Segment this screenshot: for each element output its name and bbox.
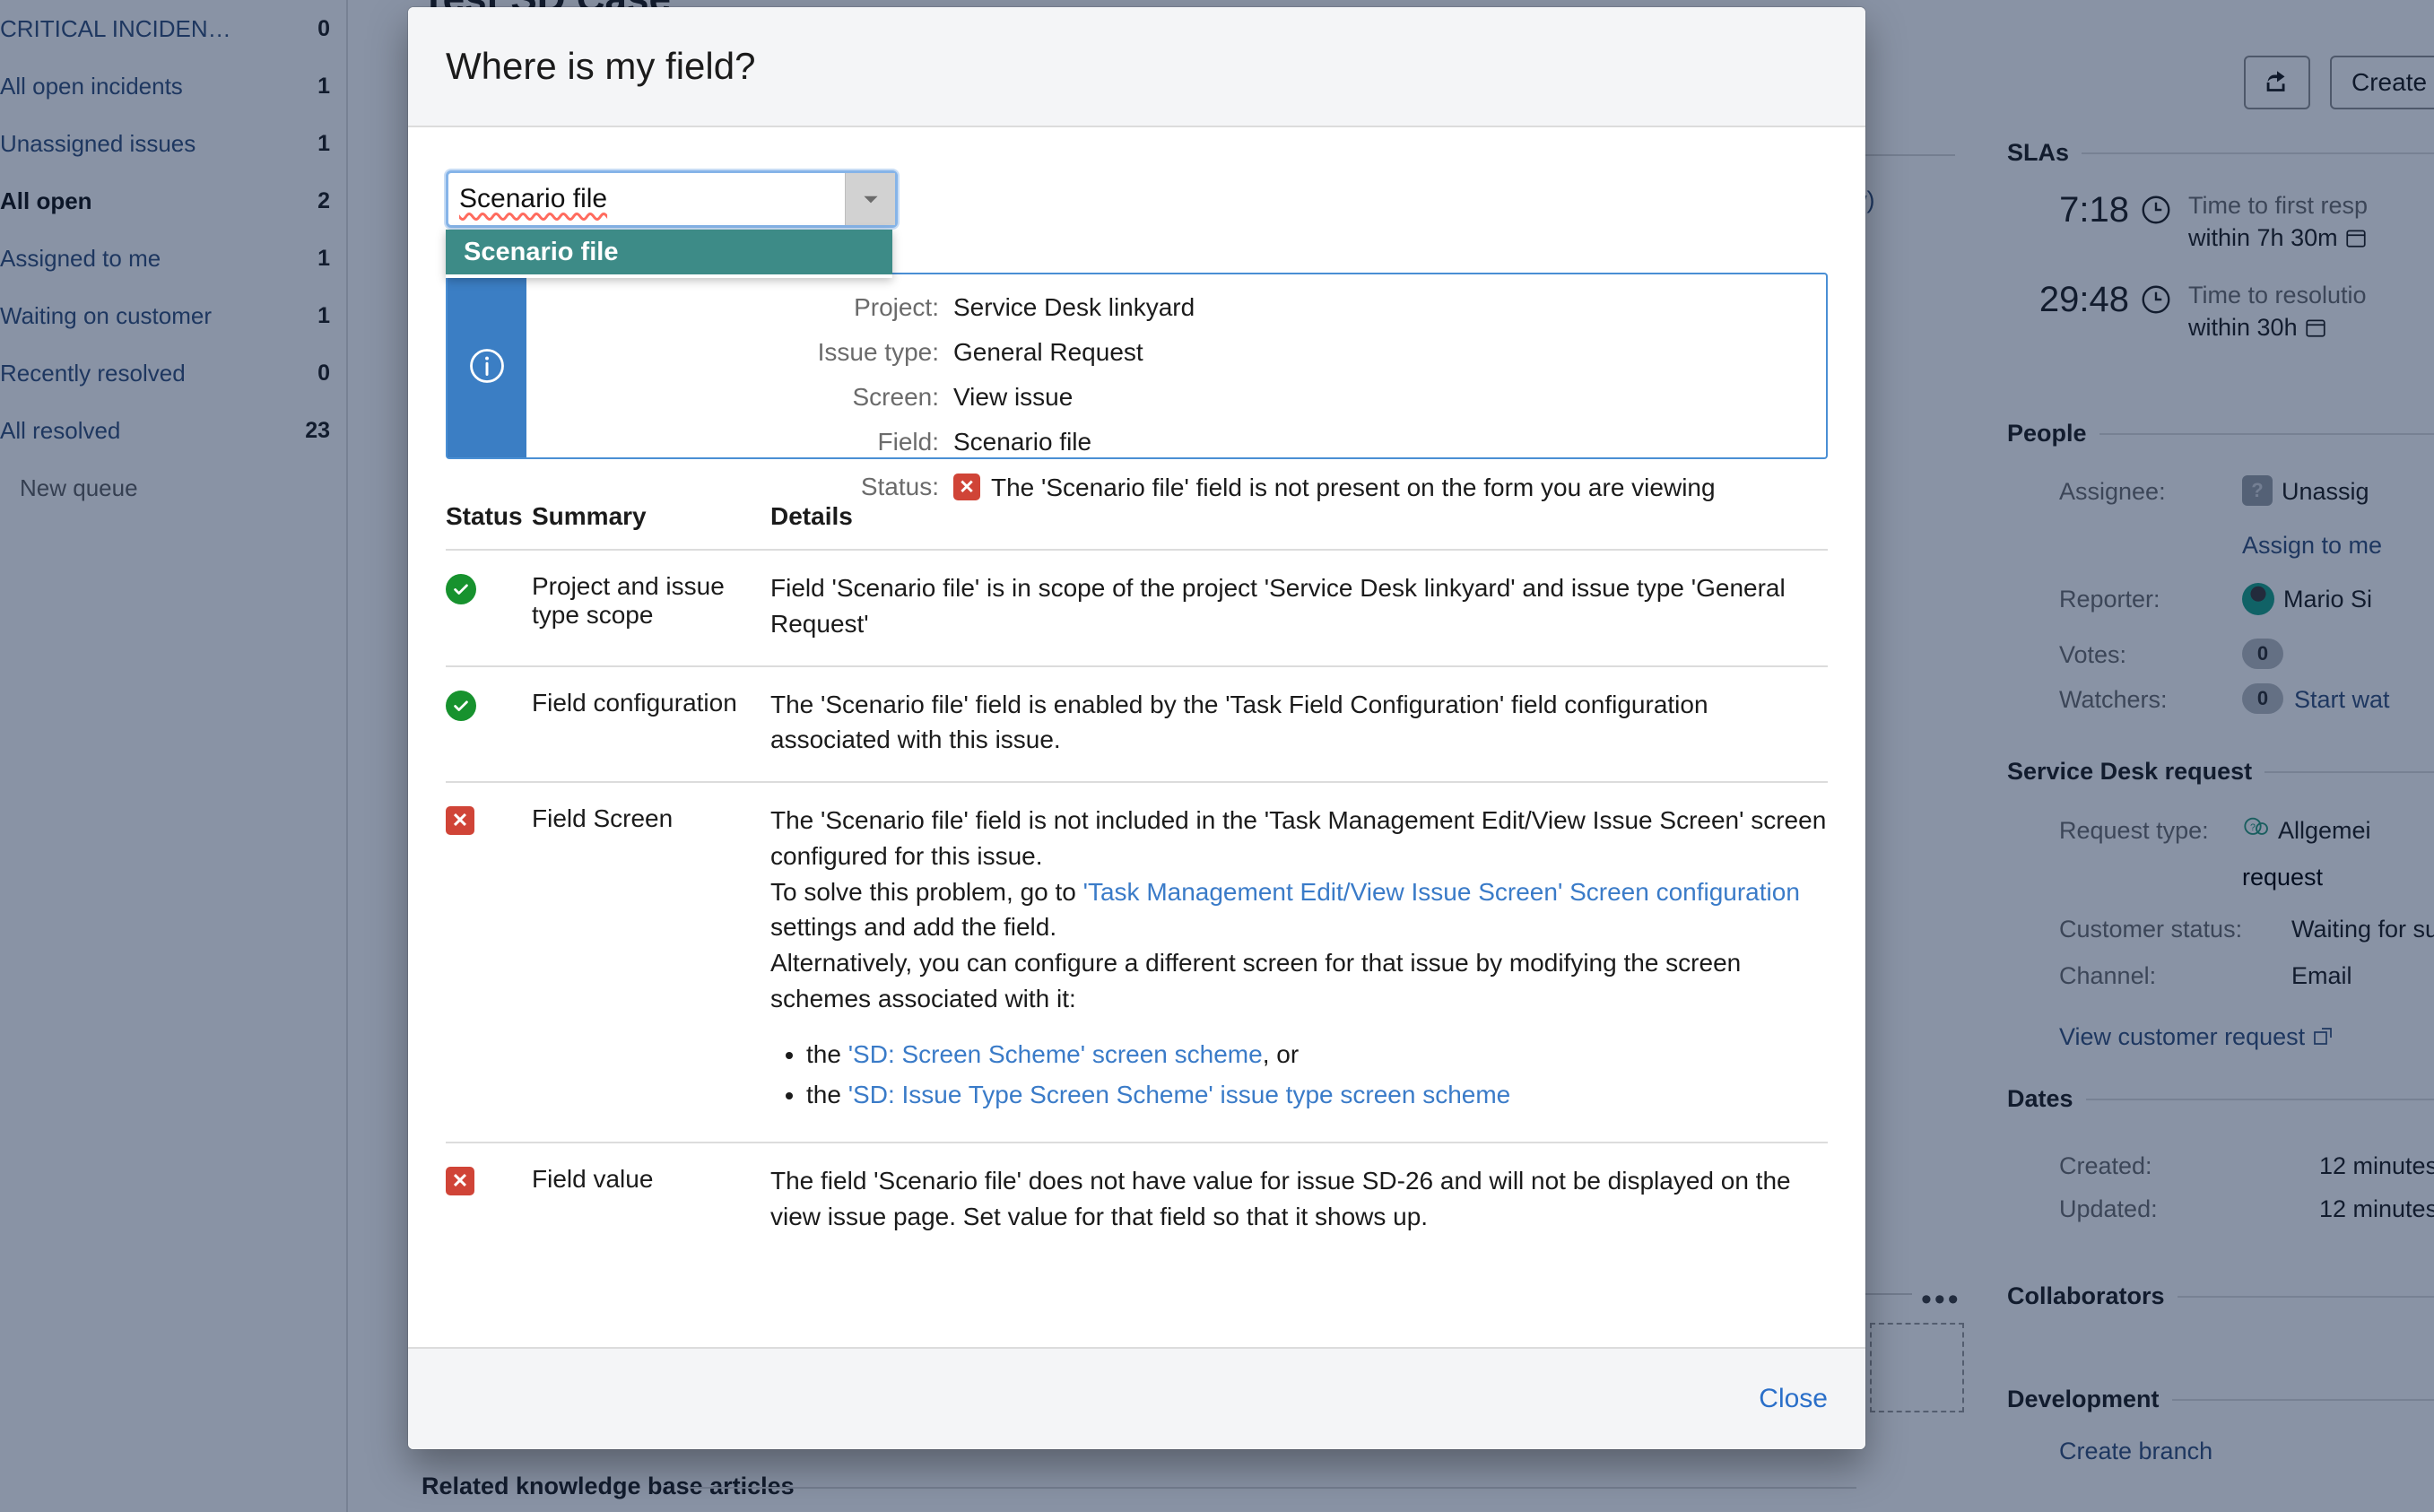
info-key: Field: <box>877 428 939 456</box>
info-icon <box>470 349 504 383</box>
check-glyph <box>454 700 468 711</box>
info-row-field: Field: Scenario file <box>526 429 1826 455</box>
table-row: ✕ Field Screen The 'Scenario file' field… <box>446 781 1828 1142</box>
row-details: The field 'Scenario file' does not have … <box>770 1167 1791 1230</box>
row-details: Field 'Scenario file' is in scope of the… <box>770 574 1786 638</box>
info-value: ✕ The 'Scenario file' field is not prese… <box>953 473 1716 501</box>
table-header-row: Status Summary Details <box>446 502 1828 549</box>
dialog-footer: Close <box>408 1347 1865 1449</box>
field-checks-table: Status Summary Details Project and issue… <box>446 502 1828 1258</box>
list-item: the 'SD: Issue Type Screen Scheme' issue… <box>806 1077 1828 1113</box>
row-status <box>446 570 532 642</box>
chevron-down-icon[interactable] <box>845 173 895 225</box>
screen-scheme-list: the 'SD: Screen Scheme' screen scheme, o… <box>770 1037 1828 1114</box>
error-icon: ✕ <box>953 474 980 501</box>
list-item: the 'SD: Screen Scheme' screen scheme, o… <box>806 1037 1828 1073</box>
info-value: View issue <box>953 383 1074 412</box>
check-circle-icon <box>446 690 476 721</box>
bullet-post: , or <box>1262 1039 1300 1068</box>
info-row-issue-type: Issue type: General Request <box>526 339 1826 365</box>
error-icon: ✕ <box>446 1167 474 1195</box>
table-row: Field configuration The 'Scenario file' … <box>446 665 1828 782</box>
row-summary: Project and issue type scope <box>532 572 725 629</box>
info-key: Issue type: <box>817 338 939 367</box>
column-header-details: Details <box>770 502 853 530</box>
table-row: ✕ Field value The field 'Scenario file' … <box>446 1142 1828 1258</box>
dialog-header: Where is my field? <box>408 7 1865 127</box>
info-status-text: The 'Scenario file' field is not present… <box>991 473 1716 501</box>
info-key: Project: <box>854 293 939 321</box>
screen-configuration-link[interactable]: 'Task Management Edit/View Issue Screen'… <box>1083 878 1800 906</box>
info-row-project: Project: Service Desk linkyard <box>526 294 1826 320</box>
error-icon: ✕ <box>446 806 474 835</box>
field-screen-line1: The 'Scenario file' field is not include… <box>770 806 1827 870</box>
issue-type-screen-scheme-link[interactable]: 'SD: Issue Type Screen Scheme' issue typ… <box>848 1081 1511 1108</box>
row-status <box>446 687 532 759</box>
check-glyph <box>454 584 468 595</box>
chevron-down-glyph <box>863 196 878 204</box>
field-select[interactable]: Scenario file <box>446 170 898 228</box>
info-key: Screen: <box>852 383 940 412</box>
close-button[interactable]: Close <box>1759 1384 1828 1414</box>
row-summary: Field configuration <box>532 688 737 717</box>
row-status: ✕ <box>446 1163 532 1235</box>
field-select-option[interactable]: Scenario file <box>446 230 892 274</box>
bullet-pre: the <box>806 1081 848 1109</box>
field-select-wrapper: Scenario file Scenario file <box>446 170 898 278</box>
row-summary: Field Screen <box>532 804 674 832</box>
field-select-dropdown[interactable]: Scenario file <box>446 230 892 278</box>
field-info-box: Project: Service Desk linkyard Issue typ… <box>446 273 1828 501</box>
bullet-pre: the <box>806 1039 848 1068</box>
info-row-screen: Screen: View issue <box>526 384 1826 410</box>
screen-scheme-link[interactable]: 'SD: Screen Scheme' screen scheme <box>848 1040 1263 1068</box>
row-details: The 'Scenario file' field is not include… <box>770 803 1828 1118</box>
check-circle-icon <box>446 574 476 604</box>
row-summary: Field value <box>532 1165 654 1193</box>
column-header-summary: Summary <box>532 502 647 530</box>
info-icon-bar <box>448 274 526 457</box>
field-select-text: Scenario file <box>459 184 608 213</box>
screen-root: CRITICAL INCIDEN… 0 All open incidents 1… <box>0 0 2434 1512</box>
field-screen-line2-post: settings and add the field. <box>770 913 1057 942</box>
field-screen-line2-pre: To solve this problem, go to <box>770 877 1083 906</box>
info-rows: Project: Service Desk linkyard Issue typ… <box>526 274 1826 501</box>
column-header-status: Status <box>446 502 523 530</box>
row-details: The 'Scenario file' field is enabled by … <box>770 690 1708 754</box>
table-row: Project and issue type scope Field 'Scen… <box>446 549 1828 665</box>
info-row-status: Status: ✕ The 'Scenario file' field is n… <box>526 473 1826 501</box>
row-status: ✕ <box>446 803 532 1118</box>
dialog-body: Scenario file Scenario file Project: Ser… <box>408 127 1865 1347</box>
info-value: General Request <box>953 338 1143 367</box>
dialog-title: Where is my field? <box>446 45 756 87</box>
info-key: Status: <box>860 473 939 501</box>
field-screen-line3: Alternatively, you can configure a diffe… <box>770 949 1742 1012</box>
where-is-my-field-dialog: Where is my field? Scenario file Scenari… <box>408 7 1865 1449</box>
info-value: Scenario file <box>953 428 1092 456</box>
field-select-value[interactable]: Scenario file <box>448 173 845 225</box>
info-value: Service Desk linkyard <box>953 293 1195 321</box>
